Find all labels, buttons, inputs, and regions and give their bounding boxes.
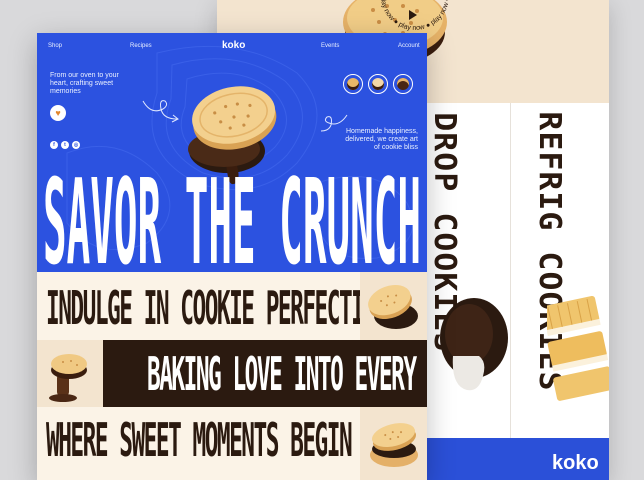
variant-thumb-2[interactable] bbox=[368, 74, 388, 94]
twitter-icon[interactable]: t bbox=[61, 141, 69, 149]
stacked-cookie-icon bbox=[370, 423, 418, 467]
hero-section: Shop Recipes koko Events Account From ou… bbox=[37, 33, 427, 272]
heart-icon[interactable]: ♥ bbox=[50, 105, 66, 121]
nav-shop[interactable]: Shop bbox=[48, 43, 62, 49]
variant-thumb-1[interactable] bbox=[343, 74, 363, 94]
column-divider bbox=[510, 103, 511, 438]
sandwich-cookie-icon bbox=[368, 284, 418, 329]
nav-account[interactable]: Account bbox=[398, 43, 420, 49]
front-page-mockup: Shop Recipes koko Events Account From ou… bbox=[37, 33, 427, 480]
dipped-cookie-icon bbox=[49, 354, 87, 402]
facebook-icon[interactable]: f bbox=[50, 141, 58, 149]
instagram-icon[interactable]: ◎ bbox=[72, 141, 80, 149]
hero-secondary-text: Homemade happiness, delivered, we create… bbox=[345, 128, 418, 151]
nav-events[interactable]: Events bbox=[321, 43, 339, 49]
curly-arrow-icon bbox=[142, 100, 179, 123]
variant-thumb-3[interactable] bbox=[393, 74, 413, 94]
chocolate-cookie-image bbox=[440, 298, 508, 391]
social-links: f t ◎ bbox=[50, 141, 80, 149]
cookie-photo-2 bbox=[37, 340, 103, 407]
cookie-photo-3 bbox=[360, 407, 427, 480]
row-2-text: BAKING LOVE INTO EVERY BITE bbox=[147, 348, 427, 403]
row-1-text: INDULGE IN COOKIE PERFECTION bbox=[46, 282, 389, 337]
tagline-row-2: BAKING LOVE INTO EVERY BITE bbox=[103, 340, 427, 407]
footer-logo[interactable]: koko bbox=[552, 452, 599, 475]
hero-tagline: From our oven to your heart, crafting sw… bbox=[50, 72, 119, 95]
hero-title-text: SAVOR THE CRUNCH bbox=[43, 159, 421, 269]
cookie-photo-1 bbox=[360, 272, 427, 340]
row-3-text: WHERE SWEET MOMENTS BEGIN bbox=[46, 414, 353, 469]
play-now-circular-badge[interactable]: play now ● play now ● play now ● bbox=[375, 0, 455, 36]
hero-title: SAVOR THE CRUNCH bbox=[43, 159, 421, 269]
nav-recipes[interactable]: Recipes bbox=[130, 43, 152, 49]
cookie-variant-selector bbox=[343, 74, 413, 94]
wafer-cookie-image bbox=[547, 295, 609, 401]
brand-logo[interactable]: koko bbox=[222, 40, 245, 51]
